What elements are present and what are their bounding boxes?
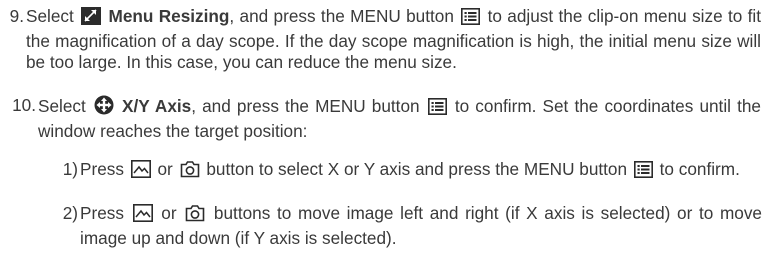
menu-list-icon xyxy=(427,98,447,121)
step-text: , and press the MENU button xyxy=(229,6,454,26)
step-number: 9. xyxy=(9,6,24,26)
substep-number: 2) xyxy=(62,203,78,223)
substep-text: Press xyxy=(80,159,124,179)
step-text: Select xyxy=(38,96,86,116)
camera-icon xyxy=(180,160,200,184)
substep-text: to confirm. xyxy=(659,159,740,179)
step-number: 10. xyxy=(12,95,36,115)
step-text: , and press the MENU button xyxy=(191,96,420,116)
step-text: Select xyxy=(26,6,74,26)
menu-list-icon xyxy=(461,8,481,31)
substep-text: Press xyxy=(80,203,124,223)
step-9: 9. Select Menu Resizing, and press the M… xyxy=(10,6,761,74)
substep-2: 2) Press or buttons to move image left a… xyxy=(63,203,762,249)
camera-icon xyxy=(185,204,205,228)
substep-number: 1) xyxy=(62,159,78,179)
substep-text: button to select X or Y axis and press t… xyxy=(206,159,628,179)
substep-text: buttons to move image left and right (if… xyxy=(80,203,762,248)
manual-page: 9. Select Menu Resizing, and press the M… xyxy=(0,0,769,262)
image-mode-icon xyxy=(132,204,153,228)
image-mode-icon xyxy=(130,160,151,184)
menu-list-icon xyxy=(633,161,653,184)
menu-resizing-label: Menu Resizing xyxy=(108,6,230,26)
step-10: 10. Select X/Y Axis, and press the MENU … xyxy=(12,95,761,142)
substep-text: or xyxy=(157,159,173,179)
xy-axis-label: X/Y Axis xyxy=(122,96,192,116)
crosshair-move-icon xyxy=(94,95,114,121)
substep-text: or xyxy=(161,203,177,223)
menu-resize-icon xyxy=(81,7,102,31)
substep-1: 1) Press or button to select X or Y axis… xyxy=(63,159,762,184)
